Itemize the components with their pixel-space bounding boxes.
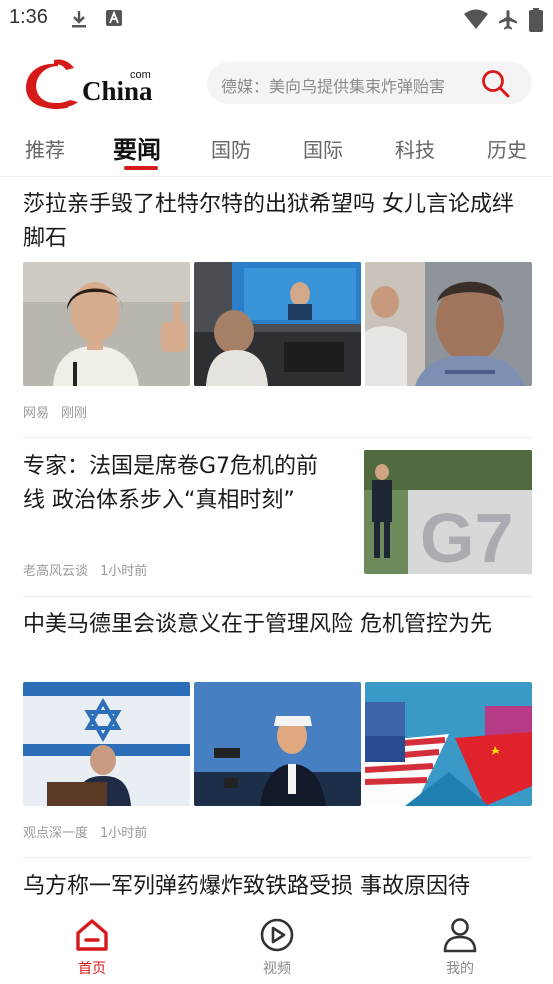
app-header: China com 德媒：美向乌提供集束炸弹贻害 xyxy=(0,48,553,118)
news-time: 1小时前 xyxy=(100,826,148,841)
nav-video-label[interactable]: 视频 xyxy=(242,958,312,978)
tab-history[interactable]: 历史 xyxy=(487,134,527,163)
news-thumbnail[interactable] xyxy=(365,262,532,386)
news-time: 刚刚 xyxy=(61,406,88,421)
airplane-mode-icon xyxy=(499,10,517,30)
news-title[interactable]: 莎拉亲手毁了杜特尔特的出狱希望吗 女儿言论成绊脚石 xyxy=(23,188,533,256)
download-icon xyxy=(72,11,86,28)
wifi-icon xyxy=(464,9,488,29)
search-icon[interactable] xyxy=(480,68,512,100)
news-thumbnail[interactable] xyxy=(23,262,190,386)
news-thumbnail[interactable] xyxy=(194,682,361,806)
bottom-navigation: 首页 视频 我的 xyxy=(0,906,553,984)
divider xyxy=(23,437,533,438)
news-item[interactable]: 莎拉亲手毁了杜特尔特的出狱希望吗 女儿言论成绊脚石 网易 刚刚 xyxy=(23,188,533,428)
home-icon[interactable] xyxy=(73,916,111,954)
video-play-icon[interactable] xyxy=(258,916,296,954)
news-source: 观点深一度 xyxy=(23,826,89,841)
tab-defense[interactable]: 国防 xyxy=(211,134,251,163)
news-title[interactable]: 中美马德里会谈意义在于管理风险 危机管控为先 xyxy=(23,608,533,642)
news-meta: 观点深一度 1小时前 xyxy=(23,822,147,841)
active-tab-indicator xyxy=(124,166,158,170)
news-image-row[interactable] xyxy=(23,682,533,806)
news-source: 老高风云谈 xyxy=(23,564,89,579)
news-item[interactable]: 乌方称一军列弹药爆炸致铁路受损 事故原因待 xyxy=(23,870,533,906)
search-bar[interactable]: 德媒：美向乌提供集束炸弹贻害 xyxy=(207,62,532,104)
china-com-logo[interactable]: China com xyxy=(20,56,160,112)
divider xyxy=(23,857,533,858)
news-source: 网易 xyxy=(23,406,50,421)
nav-video[interactable]: 视频 xyxy=(242,916,312,978)
news-thumbnail[interactable]: G7 xyxy=(364,450,532,574)
news-time: 1小时前 xyxy=(100,564,148,579)
news-thumbnail[interactable] xyxy=(194,262,361,386)
news-image-row[interactable] xyxy=(23,262,533,386)
news-item[interactable]: 中美马德里会谈意义在于管理风险 危机管控为先 观点深一度 1小时前 xyxy=(23,608,533,848)
category-tabs: 推荐 要闻 国防 国际 科技 历史 xyxy=(0,128,553,172)
divider xyxy=(23,596,533,597)
nav-home[interactable]: 首页 xyxy=(57,916,127,978)
user-icon[interactable] xyxy=(441,916,479,954)
tab-headlines[interactable]: 要闻 xyxy=(113,130,161,165)
news-meta: 网易 刚刚 xyxy=(23,402,87,421)
tabs-divider xyxy=(0,176,553,177)
nav-home-label[interactable]: 首页 xyxy=(57,958,127,978)
tab-technology[interactable]: 科技 xyxy=(395,134,435,163)
battery-icon xyxy=(529,8,543,32)
nav-profile-label[interactable]: 我的 xyxy=(425,958,495,978)
news-title[interactable]: 专家：法国是席卷G7危机的前线 政治体系步入“真相时刻” xyxy=(23,450,329,518)
nav-profile[interactable]: 我的 xyxy=(425,916,495,978)
search-placeholder[interactable]: 德媒：美向乌提供集束炸弹贻害 xyxy=(221,73,471,97)
news-meta: 老高风云谈 1小时前 xyxy=(23,560,147,579)
g7-sign-text: G7 xyxy=(420,499,513,574)
news-item[interactable]: 专家：法国是席卷G7危机的前线 政治体系步入“真相时刻” G7 老高风云谈 1小时… xyxy=(23,450,533,580)
status-bar: 1:36 xyxy=(0,0,553,40)
news-thumbnail[interactable] xyxy=(23,682,190,806)
logo-small-text: com xyxy=(130,69,151,81)
status-time: 1:36 xyxy=(9,6,48,28)
app-notification-icon xyxy=(106,10,122,26)
tab-international[interactable]: 国际 xyxy=(303,134,343,163)
news-thumbnail[interactable] xyxy=(365,682,532,806)
news-title[interactable]: 乌方称一军列弹药爆炸致铁路受损 事故原因待 xyxy=(23,870,533,904)
tab-recommend[interactable]: 推荐 xyxy=(25,134,65,163)
